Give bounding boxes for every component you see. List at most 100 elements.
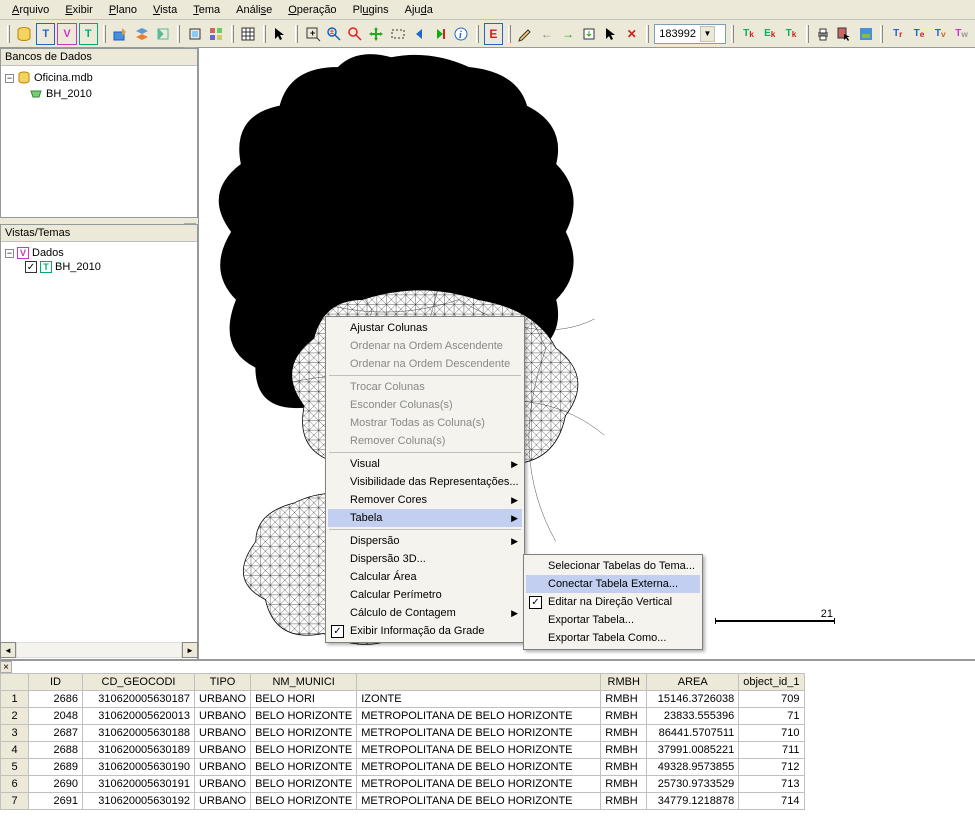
cell[interactable]: RMBH — [601, 725, 647, 742]
cell[interactable]: BELO HORIZONTE — [251, 725, 357, 742]
tw-icon[interactable]: Tw — [952, 23, 971, 45]
extent-icon[interactable] — [388, 23, 407, 45]
cell[interactable]: RMBH — [601, 742, 647, 759]
grid-icon[interactable] — [239, 23, 258, 45]
column-header[interactable]: TIPO — [195, 674, 251, 691]
table-row[interactable]: 52689310620005630190URBANOBELO HORIZONTE… — [1, 759, 805, 776]
menu-plugins[interactable]: Plugins — [345, 2, 397, 18]
te-icon[interactable]: Te — [909, 23, 928, 45]
menu-item[interactable]: Selecionar Tabelas do Tema... — [526, 557, 700, 575]
print-icon[interactable] — [814, 23, 833, 45]
cell[interactable]: RMBH — [601, 708, 647, 725]
fwd-icon[interactable]: → — [558, 23, 577, 45]
t2-icon[interactable]: T — [79, 23, 98, 45]
cell[interactable]: BELO HORIZONTE — [251, 759, 357, 776]
menu-item[interactable]: Dispersão▶ — [328, 532, 522, 550]
column-header[interactable]: object_id_1 — [739, 674, 804, 691]
cell[interactable]: BELO HORI — [251, 691, 357, 708]
cell[interactable]: RMBH — [601, 793, 647, 810]
cell[interactable]: RMBH — [601, 776, 647, 793]
cell[interactable]: 310620005630190 — [83, 759, 195, 776]
zoom-icon[interactable]: ± — [324, 23, 343, 45]
checkbox-icon[interactable]: ✓ — [331, 625, 344, 638]
cell[interactable]: 711 — [739, 742, 804, 759]
menu-item[interactable]: Esconder Colunas(s) — [328, 396, 522, 414]
full-icon[interactable] — [185, 23, 204, 45]
chevron-down-icon[interactable]: ▼ — [700, 26, 715, 42]
menu-item[interactable]: Conectar Tabela Externa... — [526, 575, 700, 593]
layer-icon[interactable] — [132, 23, 151, 45]
cell[interactable]: BELO HORIZONTE — [251, 708, 357, 725]
import-icon[interactable] — [111, 23, 130, 45]
cell[interactable]: URBANO — [195, 691, 251, 708]
tk2-icon[interactable]: Tk — [781, 23, 800, 45]
column-header[interactable]: NM_MUNICI — [251, 674, 357, 691]
collapse-icon[interactable]: − — [5, 74, 14, 83]
menu-item[interactable]: Remover Cores▶ — [328, 491, 522, 509]
region-icon[interactable] — [153, 23, 172, 45]
db-icon[interactable] — [15, 23, 34, 45]
cell[interactable]: 2690 — [29, 776, 83, 793]
back-icon[interactable]: ← — [537, 23, 556, 45]
cell[interactable]: METROPOLITANA DE BELO HORIZONTE — [357, 759, 601, 776]
menu-plano[interactable]: Plano — [101, 2, 145, 18]
scale-combo[interactable]: 183992 ▼ — [654, 24, 726, 44]
column-header[interactable] — [1, 674, 29, 691]
table-row[interactable]: 12686310620005630187URBANOBELO HORIIZONT… — [1, 691, 805, 708]
cell[interactable]: BELO HORIZONTE — [251, 742, 357, 759]
menu-item[interactable]: Calcular Perímetro — [328, 586, 522, 604]
cell[interactable]: 15146.3726038 — [647, 691, 739, 708]
cell[interactable]: 310620005630187 — [83, 691, 195, 708]
cell[interactable]: 310620005630189 — [83, 742, 195, 759]
pan-icon[interactable] — [367, 23, 386, 45]
table-row[interactable]: 42688310620005630189URBANOBELO HORIZONTE… — [1, 742, 805, 759]
tk-icon[interactable]: Tk — [739, 23, 758, 45]
cell[interactable]: 2 — [1, 708, 29, 725]
menu-item[interactable]: Ajustar Colunas — [328, 319, 522, 337]
cell[interactable]: URBANO — [195, 725, 251, 742]
menu-item[interactable]: Exportar Tabela Como... — [526, 629, 700, 647]
scroll-left-icon[interactable]: ◄ — [0, 642, 16, 658]
cell[interactable]: 71 — [739, 708, 804, 725]
sel-icon[interactable] — [835, 23, 854, 45]
db-root[interactable]: − Oficina.mdb — [5, 70, 193, 86]
menu-item[interactable]: Dispersão 3D... — [328, 550, 522, 568]
column-header[interactable]: RMBH — [601, 674, 647, 691]
cell[interactable]: 714 — [739, 793, 804, 810]
cell[interactable]: 1 — [1, 691, 29, 708]
cell[interactable]: URBANO — [195, 776, 251, 793]
cell[interactable]: 49328.9573855 — [647, 759, 739, 776]
cell[interactable]: METROPOLITANA DE BELO HORIZONTE — [357, 793, 601, 810]
cell[interactable]: 37991.0085221 — [647, 742, 739, 759]
v-icon[interactable]: V — [57, 23, 76, 45]
menu-tema[interactable]: Tema — [185, 2, 228, 18]
cell[interactable]: METROPOLITANA DE BELO HORIZONTE — [357, 708, 601, 725]
cell[interactable]: 6 — [1, 776, 29, 793]
cell[interactable]: 25730.9733529 — [647, 776, 739, 793]
ptr2-icon[interactable] — [601, 23, 620, 45]
cell[interactable]: 2691 — [29, 793, 83, 810]
cell[interactable]: RMBH — [601, 759, 647, 776]
menu-item[interactable]: Ordenar na Ordem Ascendente — [328, 337, 522, 355]
menu-item[interactable]: Cálculo de Contagem▶ — [328, 604, 522, 622]
cell[interactable]: BELO HORIZONTE — [251, 793, 357, 810]
menu-arquivo[interactable]: Arquivo — [4, 2, 57, 18]
prev-icon[interactable] — [409, 23, 428, 45]
menu-item[interactable]: Remover Coluna(s) — [328, 432, 522, 450]
cell[interactable]: 310620005620013 — [83, 708, 195, 725]
cell[interactable]: IZONTE — [357, 691, 601, 708]
cell[interactable]: 2686 — [29, 691, 83, 708]
menu-item[interactable]: Visual▶ — [328, 455, 522, 473]
ek-icon[interactable]: Ek — [760, 23, 779, 45]
cell[interactable]: METROPOLITANA DE BELO HORIZONTE — [357, 776, 601, 793]
cell[interactable]: URBANO — [195, 793, 251, 810]
menu-item[interactable]: Exportar Tabela... — [526, 611, 700, 629]
edit-icon[interactable] — [516, 23, 535, 45]
table-row[interactable]: 22048310620005620013URBANOBELO HORIZONTE… — [1, 708, 805, 725]
cell[interactable]: RMBH — [601, 691, 647, 708]
cell[interactable]: URBANO — [195, 708, 251, 725]
menu-item[interactable]: Visibilidade das Representações... — [328, 473, 522, 491]
cell[interactable]: 7 — [1, 793, 29, 810]
menu-item[interactable]: Mostrar Todas as Coluna(s) — [328, 414, 522, 432]
checkbox-icon[interactable]: ✓ — [529, 596, 542, 609]
